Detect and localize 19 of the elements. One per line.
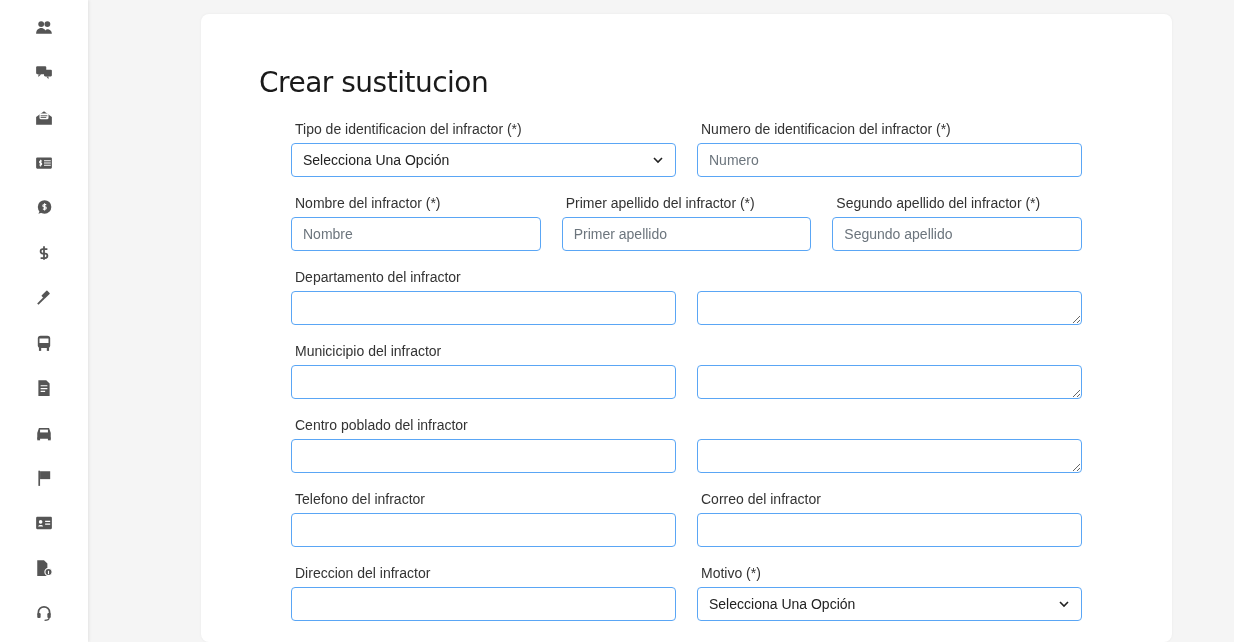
field-label: Numero de identificacion del infractor (*) xyxy=(701,120,952,139)
field-label: Direccion del infractor xyxy=(295,564,432,583)
field-label: Municicipio del infractor xyxy=(295,342,443,361)
field-label: Nombre del infractor (*) xyxy=(295,194,442,213)
field-label: Correo del infractor xyxy=(701,490,822,509)
field-label: Centro poblado del infractor xyxy=(295,416,469,435)
field-label: Departamento del infractor xyxy=(295,268,462,287)
input-field[interactable]: Segundo apellido xyxy=(832,217,1082,251)
field-label: Motivo (*) xyxy=(701,564,762,583)
input-field[interactable]: Nombre xyxy=(291,217,541,251)
select-dropdown[interactable]: Selecciona Una Opción xyxy=(697,587,1082,621)
field-label: Tipo de identificacion del infractor (*) xyxy=(295,120,523,139)
input-field[interactable]: Primer apellido xyxy=(561,217,812,251)
field-label: Telefono del infractor xyxy=(295,490,426,509)
field-label: Primer apellido del infractor (*) xyxy=(565,194,756,213)
input-field[interactable]: Numero xyxy=(697,143,1082,177)
select-dropdown[interactable]: Selecciona Una Opción xyxy=(291,143,676,177)
field-label: Segundo apellido del infractor (*) xyxy=(836,194,1042,213)
page-title: Crear sustitucion xyxy=(259,66,490,99)
